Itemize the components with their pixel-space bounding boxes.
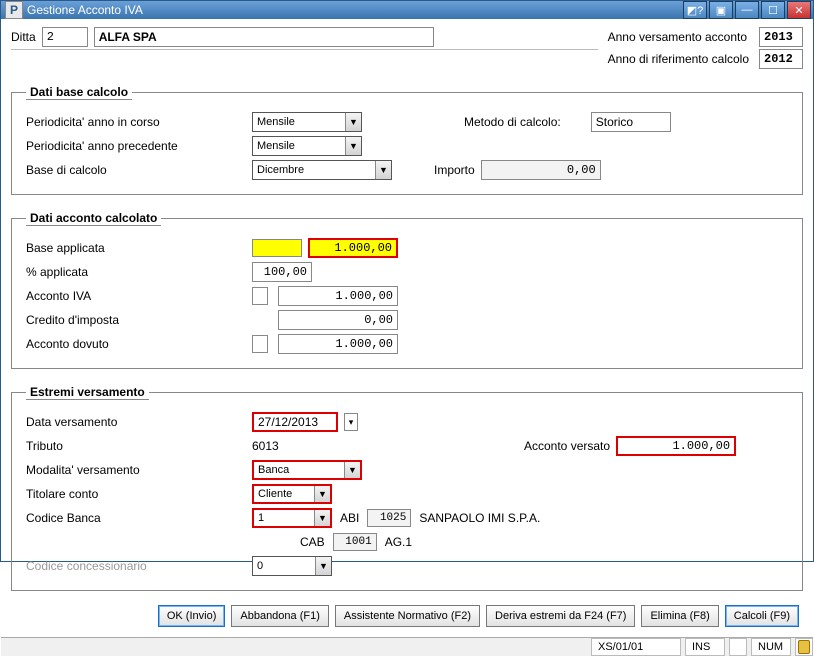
- header-row: Ditta 2 ALFA SPA Anno versamento acconto…: [11, 27, 803, 69]
- calcoli-button[interactable]: Calcoli (F9): [725, 605, 799, 627]
- fieldset-estremi-versamento: Estremi versamento Data versamento 27/12…: [11, 385, 803, 591]
- cab-label: CAB: [300, 535, 325, 549]
- tit-value: Cliente: [258, 488, 292, 500]
- period-corso-label: Periodicita' anno in corso: [26, 115, 246, 129]
- period-corso-value: Mensile: [257, 116, 295, 128]
- restore-button[interactable]: ▣: [709, 1, 733, 19]
- minimize-button[interactable]: —: [735, 1, 759, 19]
- window-title: Gestione Acconto IVA: [27, 3, 681, 17]
- importo-value: 0,00: [481, 160, 601, 180]
- abbandona-button[interactable]: Abbandona (F1): [231, 605, 329, 627]
- credito-value: 0,00: [278, 310, 398, 330]
- pct-value[interactable]: 100,00: [252, 262, 312, 282]
- ditta-number[interactable]: 2: [42, 27, 88, 47]
- tit-select[interactable]: Cliente ▼: [252, 484, 332, 504]
- method-value: Storico: [591, 112, 671, 132]
- method-label: Metodo di calcolo:: [464, 115, 561, 129]
- year-calc-label: Anno di riferimento calcolo: [608, 52, 749, 66]
- period-prec-value: Mensile: [257, 140, 295, 152]
- ditta-label: Ditta: [11, 30, 36, 44]
- status-empty: [729, 638, 747, 656]
- abi-value: 1025: [367, 509, 411, 527]
- period-prec-select[interactable]: Mensile ▼: [252, 136, 362, 156]
- abi-label: ABI: [340, 511, 359, 525]
- client-area: Ditta 2 ALFA SPA Anno versamento acconto…: [1, 19, 813, 637]
- versato-value[interactable]: 1.000,00: [616, 436, 736, 456]
- chevron-down-icon: ▼: [345, 137, 361, 155]
- pct-label: % applicata: [26, 265, 246, 279]
- base-app-value[interactable]: 1.000,00: [308, 238, 398, 258]
- chevron-down-icon: ▼: [315, 557, 331, 575]
- data-vers-label: Data versamento: [26, 415, 246, 429]
- codbanca-label: Codice Banca: [26, 511, 246, 525]
- codbanca-value: 1: [258, 512, 264, 524]
- elimina-button[interactable]: Elimina (F8): [641, 605, 718, 627]
- statusbar: XS/01/01 INS NUM: [1, 637, 813, 656]
- year-calc-value: 2012: [759, 49, 803, 69]
- chevron-down-icon: ▼: [375, 161, 391, 179]
- legend-calc: Dati acconto calcolato: [26, 211, 161, 226]
- legend-vers: Estremi versamento: [26, 385, 149, 400]
- fieldset-acconto-calcolato: Dati acconto calcolato Base applicata 1.…: [11, 211, 803, 369]
- base-app-label: Base applicata: [26, 241, 246, 255]
- cab-value: 1001: [333, 533, 377, 551]
- chevron-down-icon: ▼: [344, 462, 360, 478]
- app-icon: P: [5, 1, 23, 19]
- mod-value: Banca: [258, 464, 289, 476]
- year-vers-value: 2013: [759, 27, 803, 47]
- year-vers-label: Anno versamento acconto: [608, 30, 749, 44]
- date-picker-button[interactable]: ▾: [344, 413, 358, 431]
- tributo-label: Tributo: [26, 439, 246, 453]
- conc-label: Codice concessionario: [26, 559, 246, 573]
- assistente-button[interactable]: Assistente Normativo (F2): [335, 605, 480, 627]
- branch-name: AG.1: [385, 535, 412, 549]
- maximize-button[interactable]: ☐: [761, 1, 785, 19]
- chevron-down-icon: ▼: [314, 510, 330, 526]
- base-calc-label: Base di calcolo: [26, 163, 246, 177]
- dovuto-value: 1.000,00: [278, 334, 398, 354]
- conc-select[interactable]: 0 ▼: [252, 556, 332, 576]
- period-corso-select[interactable]: Mensile ▼: [252, 112, 362, 132]
- button-bar: OK (Invio) Abbandona (F1) Assistente Nor…: [11, 601, 803, 633]
- tit-label: Titolare conto: [26, 487, 246, 501]
- status-ins: INS: [685, 638, 725, 656]
- versato-label: Acconto versato: [524, 439, 610, 453]
- dovuto-label: Acconto dovuto: [26, 337, 246, 351]
- dovuto-checkbox[interactable]: [252, 335, 268, 353]
- fieldset-base-calcolo: Dati base calcolo Periodicita' anno in c…: [11, 85, 803, 195]
- mod-select[interactable]: Banca ▼: [252, 460, 362, 480]
- base-calc-select[interactable]: Dicembre ▼: [252, 160, 392, 180]
- legend-base: Dati base calcolo: [26, 85, 132, 100]
- base-app-prefix: [252, 239, 302, 257]
- titlebar: P Gestione Acconto IVA ◩? ▣ — ☐ ✕: [1, 1, 813, 19]
- iva-value: 1.000,00: [278, 286, 398, 306]
- status-db-icon: [795, 638, 813, 656]
- help-button[interactable]: ◩?: [683, 1, 707, 19]
- chevron-down-icon: ▼: [345, 113, 361, 131]
- iva-checkbox[interactable]: [252, 287, 268, 305]
- credito-label: Credito d'imposta: [26, 313, 246, 327]
- deriva-button[interactable]: Deriva estremi da F24 (F7): [486, 605, 635, 627]
- close-button[interactable]: ✕: [787, 1, 811, 19]
- status-num: NUM: [751, 638, 791, 656]
- codbanca-select[interactable]: 1 ▼: [252, 508, 332, 528]
- ditta-name: ALFA SPA: [94, 27, 434, 47]
- base-calc-value: Dicembre: [257, 164, 304, 176]
- ok-button[interactable]: OK (Invio): [158, 605, 226, 627]
- chevron-down-icon: ▼: [314, 486, 330, 502]
- status-code: XS/01/01: [591, 638, 681, 656]
- mod-label: Modalita' versamento: [26, 463, 246, 477]
- tributo-value: 6013: [252, 439, 452, 453]
- iva-label: Acconto IVA: [26, 289, 246, 303]
- bank-name: SANPAOLO IMI S.P.A.: [419, 511, 540, 525]
- period-prec-label: Periodicita' anno precedente: [26, 139, 246, 153]
- importo-label: Importo: [434, 163, 475, 177]
- window: P Gestione Acconto IVA ◩? ▣ — ☐ ✕ Ditta …: [0, 0, 814, 562]
- data-vers-value[interactable]: 27/12/2013: [252, 412, 338, 432]
